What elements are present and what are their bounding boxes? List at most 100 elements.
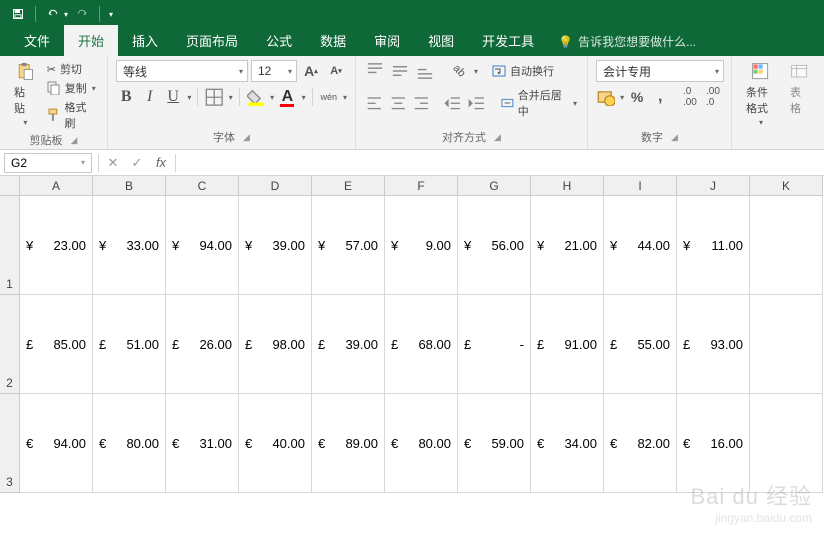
tab-file[interactable]: 文件 bbox=[10, 25, 64, 56]
align-middle-icon[interactable] bbox=[389, 60, 411, 82]
cell-F2[interactable]: £68.00 bbox=[385, 295, 458, 394]
cell-I2[interactable]: £55.00 bbox=[604, 295, 677, 394]
underline-button[interactable]: U bbox=[163, 86, 183, 108]
cell-C2[interactable]: £26.00 bbox=[166, 295, 239, 394]
tab-view[interactable]: 视图 bbox=[414, 25, 468, 56]
redo-icon[interactable] bbox=[70, 3, 94, 25]
cell-K3[interactable] bbox=[750, 394, 823, 493]
cell-D1[interactable]: ¥39.00 bbox=[239, 196, 312, 295]
border-button[interactable] bbox=[204, 86, 224, 108]
fill-color-button[interactable] bbox=[246, 86, 266, 108]
cell-E3[interactable]: €89.00 bbox=[312, 394, 385, 493]
col-header-H[interactable]: H bbox=[531, 176, 604, 196]
cell-A3[interactable]: €94.00 bbox=[20, 394, 93, 493]
cell-E1[interactable]: ¥57.00 bbox=[312, 196, 385, 295]
align-center-icon[interactable] bbox=[388, 92, 409, 114]
conditional-format-button[interactable]: 条件格式▾ bbox=[740, 60, 781, 129]
increase-indent-icon[interactable] bbox=[467, 92, 488, 114]
cell-B2[interactable]: £51.00 bbox=[93, 295, 166, 394]
tab-dev[interactable]: 开发工具 bbox=[468, 25, 548, 56]
col-header-A[interactable]: A bbox=[20, 176, 93, 196]
cell-H2[interactable]: £91.00 bbox=[531, 295, 604, 394]
percent-icon[interactable]: % bbox=[627, 86, 647, 108]
dialog-launcher-icon[interactable]: ◢ bbox=[494, 132, 501, 143]
cell-C1[interactable]: ¥94.00 bbox=[166, 196, 239, 295]
tell-me[interactable]: 💡告诉我您想要做什么... bbox=[548, 27, 706, 56]
dialog-launcher-icon[interactable]: ◢ bbox=[71, 135, 78, 146]
name-box[interactable]: G2 bbox=[4, 153, 92, 173]
tab-data[interactable]: 数据 bbox=[306, 25, 360, 56]
increase-decimal-icon[interactable]: .0.00 bbox=[680, 86, 700, 108]
cell-F1[interactable]: ¥9.00 bbox=[385, 196, 458, 295]
cell-A1[interactable]: ¥23.00 bbox=[20, 196, 93, 295]
row-header-1[interactable]: 1 bbox=[0, 196, 20, 295]
tab-formulas[interactable]: 公式 bbox=[252, 25, 306, 56]
phonetic-button[interactable]: wén bbox=[319, 86, 339, 108]
cell-B1[interactable]: ¥33.00 bbox=[93, 196, 166, 295]
cell-I1[interactable]: ¥44.00 bbox=[604, 196, 677, 295]
comma-icon[interactable]: , bbox=[650, 86, 670, 108]
align-bottom-icon[interactable] bbox=[414, 60, 436, 82]
confirm-icon[interactable]: ✓ bbox=[125, 155, 149, 171]
format-painter-button[interactable]: 格式刷 bbox=[45, 98, 99, 132]
col-header-E[interactable]: E bbox=[312, 176, 385, 196]
cell-J3[interactable]: €16.00 bbox=[677, 394, 750, 493]
merge-center-button[interactable]: 合并后居中▾ bbox=[499, 86, 579, 120]
formula-input[interactable] bbox=[178, 153, 824, 173]
col-header-C[interactable]: C bbox=[166, 176, 239, 196]
cell-G2[interactable]: £- bbox=[458, 295, 531, 394]
fx-icon[interactable]: fx bbox=[149, 155, 173, 170]
tab-home[interactable]: 开始 bbox=[64, 25, 118, 56]
font-color-button[interactable]: A bbox=[277, 86, 297, 108]
decrease-indent-icon[interactable] bbox=[443, 92, 464, 114]
cell-E2[interactable]: £39.00 bbox=[312, 295, 385, 394]
cell-K1[interactable] bbox=[750, 196, 823, 295]
cell-D3[interactable]: €40.00 bbox=[239, 394, 312, 493]
decrease-decimal-icon[interactable]: .00.0 bbox=[703, 86, 723, 108]
cell-B3[interactable]: €80.00 bbox=[93, 394, 166, 493]
dialog-launcher-icon[interactable]: ◢ bbox=[671, 132, 678, 143]
table-format-button[interactable]: 表格 bbox=[784, 60, 816, 118]
cell-C3[interactable]: €31.00 bbox=[166, 394, 239, 493]
row-header-3[interactable]: 3 bbox=[0, 394, 20, 493]
bold-button[interactable]: B bbox=[116, 86, 136, 108]
font-name-select[interactable]: 等线 bbox=[116, 60, 248, 82]
dialog-launcher-icon[interactable]: ◢ bbox=[243, 132, 250, 143]
wrap-text-button[interactable]: 自动换行 bbox=[490, 62, 556, 80]
align-right-icon[interactable] bbox=[411, 92, 432, 114]
cell-K2[interactable] bbox=[750, 295, 823, 394]
cell-J2[interactable]: £93.00 bbox=[677, 295, 750, 394]
select-all-corner[interactable] bbox=[0, 176, 20, 196]
cell-A2[interactable]: £85.00 bbox=[20, 295, 93, 394]
cell-I3[interactable]: €82.00 bbox=[604, 394, 677, 493]
undo-icon[interactable] bbox=[41, 3, 65, 25]
col-header-G[interactable]: G bbox=[458, 176, 531, 196]
decrease-font-icon[interactable]: A▾ bbox=[325, 60, 347, 82]
increase-font-icon[interactable]: A▴ bbox=[300, 60, 322, 82]
save-icon[interactable] bbox=[6, 3, 30, 25]
tab-review[interactable]: 审阅 bbox=[360, 25, 414, 56]
col-header-F[interactable]: F bbox=[385, 176, 458, 196]
align-left-icon[interactable] bbox=[364, 92, 385, 114]
copy-button[interactable]: 复制▾ bbox=[45, 79, 99, 97]
row-header-2[interactable]: 2 bbox=[0, 295, 20, 394]
col-header-D[interactable]: D bbox=[239, 176, 312, 196]
col-header-B[interactable]: B bbox=[93, 176, 166, 196]
italic-button[interactable]: I bbox=[139, 86, 159, 108]
cell-G1[interactable]: ¥56.00 bbox=[458, 196, 531, 295]
cell-H1[interactable]: ¥21.00 bbox=[531, 196, 604, 295]
col-header-I[interactable]: I bbox=[604, 176, 677, 196]
cell-D2[interactable]: £98.00 bbox=[239, 295, 312, 394]
qat-customize-icon[interactable]: ▾ bbox=[109, 10, 113, 19]
cancel-icon[interactable]: ✕ bbox=[101, 155, 125, 171]
tab-layout[interactable]: 页面布局 bbox=[172, 25, 252, 56]
paste-button[interactable]: 粘贴▾ bbox=[8, 60, 42, 129]
cell-F3[interactable]: €80.00 bbox=[385, 394, 458, 493]
number-format-select[interactable]: 会计专用 bbox=[596, 60, 724, 82]
accounting-format-icon[interactable] bbox=[596, 86, 616, 108]
cell-J1[interactable]: ¥11.00 bbox=[677, 196, 750, 295]
orientation-button[interactable]: ab bbox=[448, 60, 470, 82]
tab-insert[interactable]: 插入 bbox=[118, 25, 172, 56]
align-top-icon[interactable] bbox=[364, 60, 386, 82]
cell-H3[interactable]: €34.00 bbox=[531, 394, 604, 493]
